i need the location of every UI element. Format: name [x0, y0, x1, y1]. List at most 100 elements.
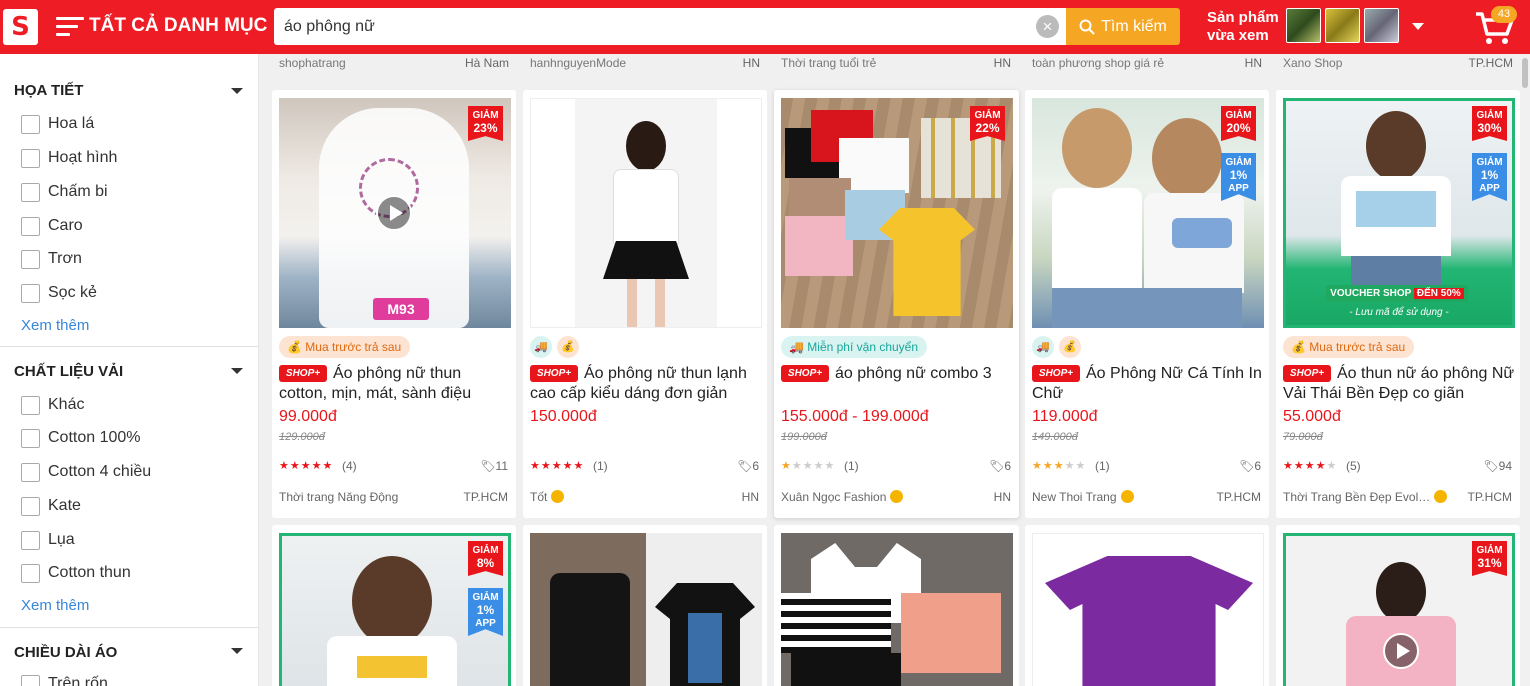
checkbox[interactable]: [21, 114, 40, 134]
chevron-down-icon[interactable]: [231, 648, 243, 654]
page-scrollbar[interactable]: [1520, 54, 1530, 686]
discount-badge: GIẢM 22%: [970, 106, 1005, 141]
filter-option[interactable]: Kate: [21, 496, 81, 516]
prev-row-card-footer[interactable]: Xano Shop TP.HCM: [1283, 56, 1513, 74]
checkbox[interactable]: [21, 428, 40, 448]
star-rating: ★★★★★: [279, 460, 334, 472]
product-title[interactable]: SHOP+ Áo phông nữ thun cotton, mịn, mát, …: [279, 364, 511, 406]
filter-option[interactable]: Cotton thun: [21, 563, 131, 583]
review-count: (1): [1095, 459, 1110, 473]
product-card[interactable]: [774, 525, 1019, 686]
scrollbar-thumb[interactable]: [1522, 58, 1528, 88]
product-card[interactable]: GIẢM 8% GIẢM 1% APP: [272, 525, 516, 686]
original-price: 129.000đ: [279, 431, 325, 443]
chevron-down-icon[interactable]: [1412, 23, 1424, 30]
star-rating: ★★★★★: [781, 460, 836, 472]
search-input[interactable]: [284, 8, 1024, 45]
prev-row-card-footer[interactable]: shophatrang Hà Nam: [279, 56, 509, 74]
see-more-link[interactable]: Xem thêm: [21, 597, 89, 614]
tag-icon: 🏷: [989, 459, 1005, 473]
search-button[interactable]: Tìm kiếm: [1066, 8, 1180, 45]
location: HN: [993, 56, 1011, 70]
recently-viewed-label[interactable]: Sản phẩm vừa xem: [1207, 9, 1279, 45]
filter-option[interactable]: Lụa: [21, 530, 75, 550]
checkbox[interactable]: [21, 249, 40, 269]
product-card[interactable]: GIẢM 31%: [1276, 525, 1520, 686]
product-card[interactable]: 🚚 💰 SHOP+ Áo phông nữ thun lạnh cao cấp k…: [523, 90, 767, 518]
original-price: 79.000đ: [1283, 431, 1323, 443]
likes-value: 6: [1254, 459, 1261, 473]
filter-option[interactable]: Cotton 4 chiều: [21, 462, 151, 482]
prev-row-card-footer[interactable]: Thời trang tuổi trẻ HN: [781, 56, 1011, 74]
play-icon[interactable]: [1383, 633, 1419, 669]
filter-option[interactable]: Hoa lá: [21, 114, 94, 134]
filter-option[interactable]: Hoạt hình: [21, 148, 117, 168]
filter-title-material[interactable]: CHẤT LIỆU VẢI: [14, 363, 123, 380]
checkbox[interactable]: [21, 496, 40, 516]
shop-name[interactable]: Thời trang Năng Động: [279, 490, 398, 504]
shop-name[interactable]: New Thoi Trang: [1032, 490, 1134, 504]
site-logo[interactable]: S: [3, 9, 38, 45]
prev-row-card-footer[interactable]: toàn phương shop giá rẻ HN: [1032, 56, 1262, 74]
product-image[interactable]: [530, 533, 762, 686]
filter-option[interactable]: Caro: [21, 216, 83, 236]
recent-thumb-2[interactable]: [1325, 8, 1360, 43]
checkbox[interactable]: [21, 182, 40, 202]
play-icon[interactable]: [376, 195, 412, 231]
product-card[interactable]: GIẢM 20% GIẢM 1% APP 🚚 💰 SHOP+ Áo Phông Nữ C…: [1025, 90, 1269, 518]
product-image[interactable]: [1032, 533, 1264, 686]
filter-option[interactable]: Sọc kẻ: [21, 283, 97, 303]
shop-name[interactable]: Tốt: [530, 490, 565, 504]
shop-name[interactable]: Xuân Ngọc Fashion: [781, 490, 904, 504]
option-label: Cotton 100%: [48, 429, 141, 446]
filter-title-length[interactable]: CHIỀU DÀI ÁO: [14, 644, 117, 661]
product-card[interactable]: VOUCHER SHOP ĐẾN 50% - Lưu mã để sử dụng…: [1276, 90, 1520, 518]
discount-badge: GIẢM 20%: [1221, 106, 1256, 141]
product-card[interactable]: M93 GIẢM 23% 💰 Mua trước trả sau SHOP+ Áo …: [272, 90, 516, 518]
recent-thumb-3[interactable]: [1364, 8, 1399, 43]
discount-value: 22%: [975, 121, 1000, 135]
pay-later-icon: 💰: [1059, 336, 1081, 358]
location: TP.HCM: [463, 490, 508, 504]
product-image[interactable]: [781, 533, 1013, 686]
see-more-link[interactable]: Xem thêm: [21, 317, 89, 334]
filter-option[interactable]: Chấm bi: [21, 182, 108, 202]
recent-thumb-1[interactable]: [1286, 8, 1321, 43]
chevron-down-icon[interactable]: [231, 368, 243, 374]
chevron-down-icon[interactable]: [231, 88, 243, 94]
filter-option[interactable]: Cotton 100%: [21, 428, 141, 448]
filter-option[interactable]: Trên rốn: [21, 674, 108, 686]
shipping-icon: 🚚: [530, 336, 552, 358]
discount-badge: GIẢM 31%: [1472, 541, 1507, 576]
checkbox[interactable]: [21, 674, 40, 686]
product-card[interactable]: GIẢM 22% 🚚 Miễn phí vận chuyển SHOP+ áo ph…: [774, 90, 1019, 518]
tag-label: Mua trước trả sau: [1309, 340, 1406, 354]
checkbox[interactable]: [21, 563, 40, 583]
filter-title-pattern[interactable]: HỌA TIẾT: [14, 82, 83, 99]
product-image[interactable]: [530, 98, 762, 328]
checkbox[interactable]: [21, 462, 40, 482]
checkbox[interactable]: [21, 216, 40, 236]
clear-search-icon[interactable]: ×: [1036, 15, 1059, 38]
product-title[interactable]: SHOP+ Áo phông nữ thun lạnh cao cấp kiểu …: [530, 364, 762, 406]
tag-label: Miễn phí vận chuyển: [807, 340, 919, 354]
product-title[interactable]: SHOP+ Áo Phông Nữ Cá Tính In Chữ: [1032, 364, 1264, 406]
likes-count: 🏷6: [737, 459, 759, 473]
product-card[interactable]: [523, 525, 767, 686]
location: HN: [741, 490, 759, 504]
checkbox[interactable]: [21, 395, 40, 415]
filter-option[interactable]: Khác: [21, 395, 84, 415]
product-title[interactable]: SHOP+ Áo thun nữ áo phông Nữ Vải Thái Bền…: [1283, 364, 1515, 406]
prev-row-card-footer[interactable]: hanhnguyenMode HN: [530, 56, 760, 74]
all-categories-button[interactable]: TẤT CẢ DANH MỤC: [89, 15, 267, 37]
product-title[interactable]: SHOP+ áo phông nữ combo 3: [781, 364, 1013, 406]
header-bar: S TẤT CẢ DANH MỤC × Tìm kiếm Sản phẩm vừ…: [0, 0, 1530, 54]
checkbox[interactable]: [21, 283, 40, 303]
voucher-banner[interactable]: VOUCHER SHOP ĐẾN 50%: [1326, 285, 1468, 302]
filter-option[interactable]: Trơn: [21, 249, 82, 269]
menu-icon[interactable]: [56, 17, 84, 37]
checkbox[interactable]: [21, 148, 40, 168]
shop-name[interactable]: Thời Trang Bền Đẹp Evol…: [1283, 490, 1448, 504]
product-card[interactable]: [1025, 525, 1269, 686]
checkbox[interactable]: [21, 530, 40, 550]
